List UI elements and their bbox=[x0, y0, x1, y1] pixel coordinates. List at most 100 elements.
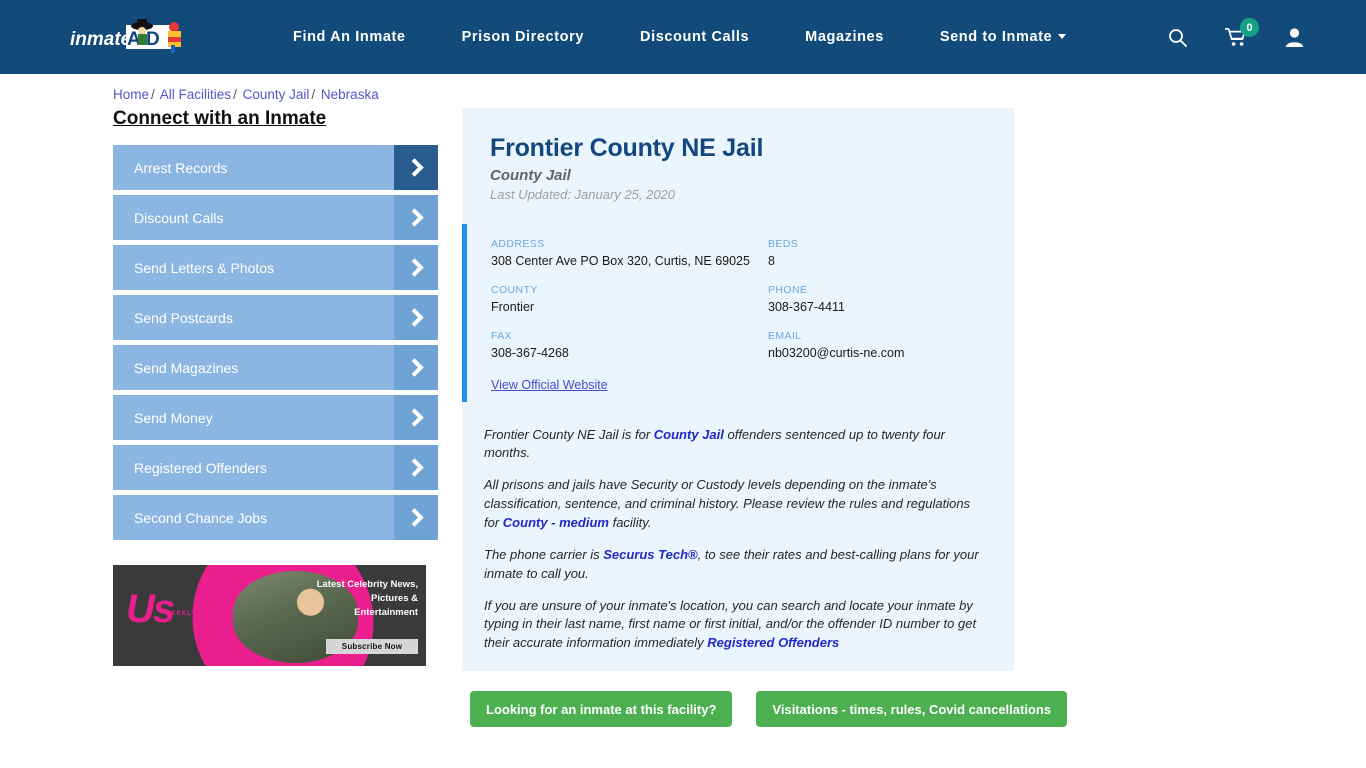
info-label: COUNTY bbox=[491, 283, 538, 296]
content-region: Connect with an Inmate Arrest Records Dis… bbox=[0, 102, 1366, 728]
info-value: Frontier bbox=[491, 299, 535, 314]
nav-link-label: Magazines bbox=[805, 29, 884, 45]
inline-link[interactable]: Securus Tech® bbox=[603, 547, 697, 562]
info-value: nb03200@curtis-ne.com bbox=[768, 345, 905, 360]
chevron-right-icon[interactable] bbox=[394, 345, 438, 390]
nav-link-label: Find An Inmate bbox=[293, 29, 406, 45]
page-title: Frontier County NE Jail bbox=[490, 134, 764, 162]
breadcrumb-item-home[interactable]: Home bbox=[113, 87, 149, 102]
cta-button-row: Looking for an inmate at this facility? … bbox=[462, 691, 1068, 728]
sidebar-item-list: Arrest Records Discount Calls Send Letters… bbox=[113, 145, 438, 540]
description-paragraph: Frontier County NE Jail is for County Ja… bbox=[484, 426, 986, 464]
ad-subscribe-button[interactable]: Subscribe Now bbox=[326, 639, 418, 654]
svg-text:inmate: inmate bbox=[70, 29, 132, 50]
nav-link-discount-calls[interactable]: Discount Calls bbox=[612, 29, 777, 45]
nav-link-prison-directory[interactable]: Prison Directory bbox=[434, 29, 612, 45]
site-logo[interactable]: inmate AID bbox=[70, 15, 190, 59]
top-navigation-bar: inmate AID Find An Inmate Prison Directo… bbox=[0, 0, 1366, 74]
info-value: 308-367-4268 bbox=[491, 345, 569, 360]
facility-card: Frontier County NE Jail County Jail Last… bbox=[462, 108, 1014, 672]
nav-icon-group: 0 bbox=[1168, 18, 1304, 47]
breadcrumb: Home / All Facilities / County Jail / Nebra… bbox=[0, 74, 1366, 102]
info-field: COUNTY Frontier bbox=[491, 284, 768, 316]
shopping-cart-icon[interactable]: 0 bbox=[1224, 18, 1259, 47]
sidebar-advertisement[interactable]: Us WEEKLY Latest Celebrity News, Picture… bbox=[113, 565, 426, 666]
sidebar-item-send-postcards[interactable]: Send Postcards bbox=[113, 295, 438, 340]
chevron-right-icon[interactable] bbox=[394, 195, 438, 240]
info-value: 308 Center Ave PO Box 320, Curtis, NE 69… bbox=[491, 254, 750, 268]
chevron-down-icon bbox=[1058, 34, 1067, 39]
left-sidebar: Connect with an Inmate Arrest Records Dis… bbox=[113, 108, 438, 727]
sidebar-item-label: Send Magazines bbox=[134, 359, 239, 376]
chevron-right-icon[interactable] bbox=[394, 495, 438, 540]
facility-type: County Jail bbox=[490, 167, 571, 184]
cart-count-badge: 0 bbox=[1240, 18, 1259, 37]
nav-link-label: Send to Inmate bbox=[939, 29, 1053, 45]
nav-link-send-to-inmate[interactable]: Send to Inmate bbox=[912, 29, 1094, 45]
breadcrumb-item-county-jail[interactable]: County Jail bbox=[243, 87, 310, 102]
chevron-right-glyph bbox=[404, 458, 424, 477]
chevron-right-glyph bbox=[404, 308, 424, 327]
info-field: PHONE 308-367-4411 bbox=[768, 284, 986, 316]
breadcrumb-item-all-facilities[interactable]: All Facilities bbox=[160, 87, 231, 102]
sidebar-item-label: Send Money bbox=[134, 409, 213, 426]
sidebar-item-arrest-records[interactable]: Arrest Records bbox=[113, 145, 438, 190]
info-field: FAX 308-367-4268 bbox=[491, 330, 768, 362]
nav-link-magazines[interactable]: Magazines bbox=[777, 29, 912, 45]
sidebar-item-second-chance-jobs[interactable]: Second Chance Jobs bbox=[113, 495, 438, 540]
search-icon[interactable] bbox=[1168, 28, 1187, 47]
sidebar-item-registered-offenders[interactable]: Registered Offenders bbox=[113, 445, 438, 490]
inmateaid-logo-icon: inmate AID bbox=[70, 19, 181, 53]
user-account-icon[interactable] bbox=[1285, 27, 1304, 47]
info-label: FAX bbox=[491, 329, 513, 342]
page-body: Home / All Facilities / County Jail / Nebra… bbox=[0, 74, 1366, 728]
chevron-right-icon[interactable] bbox=[394, 445, 438, 490]
info-label: BEDS bbox=[768, 238, 799, 250]
sidebar-item-label: Send Letters & Photos bbox=[134, 259, 275, 276]
info-field: ADDRESS 308 Center Ave PO Box 320, Curtis… bbox=[491, 238, 768, 270]
inline-link[interactable]: Registered Offenders bbox=[707, 635, 839, 650]
sidebar-item-label: Registered Offenders bbox=[134, 459, 267, 476]
view-official-website-link[interactable]: View Official Website bbox=[491, 378, 608, 392]
description-paragraph: All prisons and jails have Security or C… bbox=[484, 476, 986, 533]
breadcrumb-separator: / bbox=[233, 87, 237, 102]
main-column: Frontier County NE Jail County Jail Last… bbox=[462, 108, 1068, 728]
nav-link-find-an-inmate[interactable]: Find An Inmate bbox=[265, 29, 434, 45]
breadcrumb-separator: / bbox=[311, 87, 316, 102]
facility-card-header: Frontier County NE Jail County Jail Last… bbox=[462, 134, 1014, 202]
primary-nav-links: Find An Inmate Prison Directory Discount… bbox=[265, 29, 1094, 45]
sidebar-item-label: Arrest Records bbox=[134, 159, 228, 176]
facility-description: Frontier County NE Jail is for County Ja… bbox=[462, 402, 1014, 653]
info-label: EMAIL bbox=[768, 329, 802, 342]
chevron-right-glyph bbox=[404, 358, 424, 377]
inline-link[interactable]: County - medium bbox=[503, 515, 609, 530]
nav-link-label: Prison Directory bbox=[461, 29, 585, 45]
find-inmate-button[interactable]: Looking for an inmate at this facility? bbox=[470, 691, 733, 728]
sidebar-item-send-money[interactable]: Send Money bbox=[113, 395, 438, 440]
sidebar-item-label: Send Postcards bbox=[134, 309, 233, 326]
info-field: EMAIL nb03200@curtis-ne.com bbox=[768, 330, 986, 362]
chevron-right-icon[interactable] bbox=[394, 245, 438, 290]
info-value: 8 bbox=[768, 254, 775, 268]
sidebar-item-label: Second Chance Jobs bbox=[134, 509, 268, 526]
description-paragraph: The phone carrier is Securus Tech®, to s… bbox=[484, 546, 986, 584]
chevron-right-glyph bbox=[404, 408, 424, 427]
chevron-right-icon[interactable] bbox=[394, 395, 438, 440]
chevron-right-icon[interactable] bbox=[394, 145, 438, 190]
visitations-button[interactable]: Visitations - times, rules, Covid cancel… bbox=[756, 691, 1068, 728]
sidebar-item-send-letters-photos[interactable]: Send Letters & Photos bbox=[113, 245, 438, 290]
info-label: PHONE bbox=[768, 283, 808, 296]
inline-link[interactable]: County Jail bbox=[654, 427, 724, 442]
info-label: ADDRESS bbox=[491, 238, 545, 250]
breadcrumb-separator: / bbox=[151, 87, 155, 102]
sidebar-item-discount-calls[interactable]: Discount Calls bbox=[113, 195, 438, 240]
description-text: The phone carrier is bbox=[484, 546, 604, 562]
ad-brand-logo: Us bbox=[126, 587, 175, 631]
sidebar-item-send-magazines[interactable]: Send Magazines bbox=[113, 345, 438, 390]
chevron-right-glyph bbox=[404, 158, 424, 177]
chevron-right-glyph bbox=[404, 208, 424, 227]
ad-headline: Latest Celebrity News, Pictures & Entert… bbox=[316, 579, 418, 618]
breadcrumb-item-nebraska[interactable]: Nebraska bbox=[321, 87, 379, 102]
facility-info-grid: ADDRESS 308 Center Ave PO Box 320, Curtis… bbox=[491, 238, 986, 362]
chevron-right-icon[interactable] bbox=[394, 295, 438, 340]
